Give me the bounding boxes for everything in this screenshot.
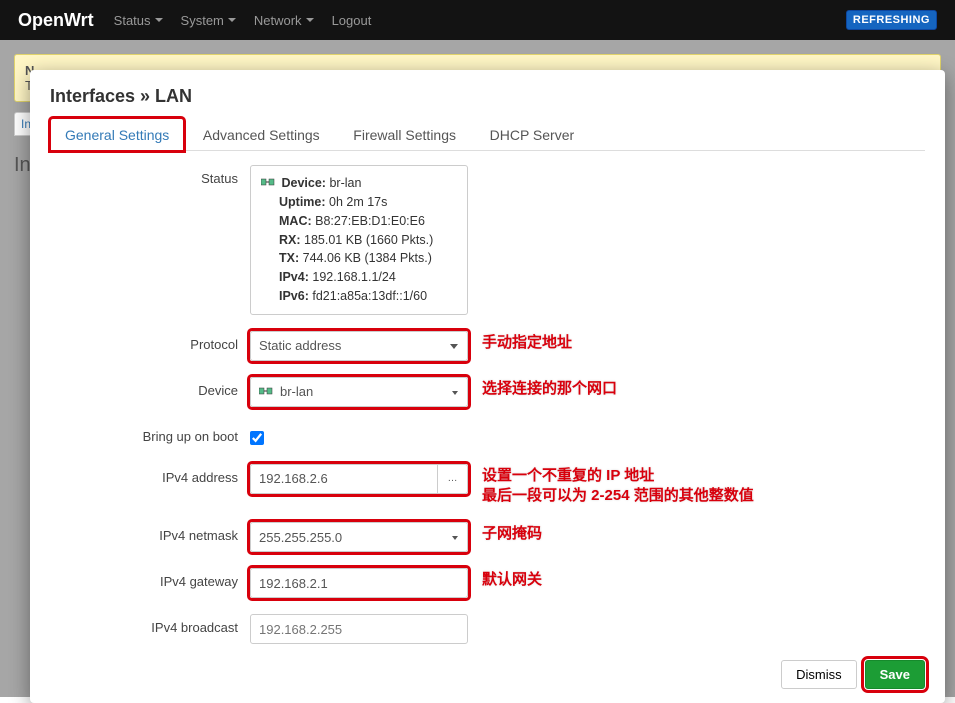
ipv4-gateway-input[interactable] bbox=[250, 568, 468, 598]
status-box: Device: br-lan Uptime: 0h 2m 17s MAC: B8… bbox=[250, 165, 468, 315]
modal-tabs: General Settings Advanced Settings Firew… bbox=[50, 117, 925, 151]
modal-footer: Dismiss Save bbox=[50, 660, 925, 689]
nav-logout-label: Logout bbox=[332, 13, 372, 28]
top-navbar: OpenWrt Status System Network Logout REF… bbox=[0, 0, 955, 40]
label-ipv4mask: IPv4 netmask bbox=[50, 522, 250, 543]
status-ipv6-label: IPv6: bbox=[279, 289, 309, 303]
chevron-down-icon bbox=[306, 18, 314, 22]
protocol-select[interactable]: Static address bbox=[250, 331, 468, 361]
label-ipv4addr: IPv4 address bbox=[50, 464, 250, 485]
status-ipv4-label: IPv4: bbox=[279, 270, 309, 284]
nav-network-label: Network bbox=[254, 13, 302, 28]
bridge-icon bbox=[259, 384, 273, 399]
annot-device: 选择连接的那个网口 bbox=[482, 377, 617, 399]
ipv4-netmask-select[interactable]: 255.255.255.0 bbox=[250, 522, 468, 552]
nav-network[interactable]: Network bbox=[254, 13, 314, 28]
tab-firewall-settings[interactable]: Firewall Settings bbox=[338, 118, 471, 151]
tab-advanced-settings[interactable]: Advanced Settings bbox=[188, 118, 335, 151]
label-protocol: Protocol bbox=[50, 331, 250, 352]
dismiss-button[interactable]: Dismiss bbox=[781, 660, 857, 689]
device-value: br-lan bbox=[280, 384, 313, 399]
label-device: Device bbox=[50, 377, 250, 398]
nav-status-label: Status bbox=[114, 13, 151, 28]
label-ipv4gw: IPv4 gateway bbox=[50, 568, 250, 589]
tab-general-settings[interactable]: General Settings bbox=[50, 118, 184, 151]
bringup-checkbox[interactable] bbox=[250, 431, 264, 445]
status-device-label: Device: bbox=[281, 176, 325, 190]
chevron-down-icon bbox=[155, 18, 163, 22]
save-button[interactable]: Save bbox=[865, 660, 925, 689]
annot-ipv4addr-line1: 设置一个不重复的 IP 地址 bbox=[482, 466, 754, 486]
status-ipv4-value: 192.168.1.1/24 bbox=[312, 270, 395, 284]
ipv4-broadcast-input[interactable] bbox=[250, 614, 468, 644]
annot-ipv4mask: 子网掩码 bbox=[482, 522, 542, 544]
status-rx-label: RX: bbox=[279, 233, 301, 247]
status-uptime-value: 0h 2m 17s bbox=[329, 195, 387, 209]
nav-system-label: System bbox=[181, 13, 224, 28]
annot-ipv4addr: 设置一个不重复的 IP 地址 最后一段可以为 2-254 范围的其他整数值 bbox=[482, 464, 754, 507]
label-ipv4bc: IPv4 broadcast bbox=[50, 614, 250, 635]
chevron-down-icon bbox=[228, 18, 236, 22]
brand[interactable]: OpenWrt bbox=[18, 10, 94, 31]
annot-ipv4gw: 默认网关 bbox=[482, 568, 542, 590]
status-device-value: br-lan bbox=[329, 176, 361, 190]
ipv4-address-more-button[interactable]: … bbox=[438, 464, 468, 494]
bridge-icon bbox=[261, 174, 275, 193]
status-tx-value: 744.06 KB (1384 Pkts.) bbox=[303, 251, 432, 265]
nav-logout[interactable]: Logout bbox=[332, 13, 372, 28]
label-bringup: Bring up on boot bbox=[50, 423, 250, 444]
status-mac-label: MAC: bbox=[279, 214, 312, 228]
status-tx-label: TX: bbox=[279, 251, 299, 265]
annot-ipv4addr-line2: 最后一段可以为 2-254 范围的其他整数值 bbox=[482, 486, 754, 506]
ipv4-address-input[interactable] bbox=[250, 464, 438, 494]
status-ipv6-value: fd21:a85a:13df::1/60 bbox=[312, 289, 427, 303]
label-status: Status bbox=[50, 165, 250, 186]
tab-dhcp-server[interactable]: DHCP Server bbox=[475, 118, 590, 151]
annot-protocol: 手动指定地址 bbox=[482, 331, 572, 353]
interface-edit-modal: Interfaces » LAN General Settings Advanc… bbox=[30, 70, 945, 703]
nav-system[interactable]: System bbox=[181, 13, 236, 28]
status-uptime-label: Uptime: bbox=[279, 195, 326, 209]
refreshing-badge[interactable]: REFRESHING bbox=[846, 10, 937, 30]
device-select[interactable]: br-lan bbox=[250, 377, 468, 407]
nav-status[interactable]: Status bbox=[114, 13, 163, 28]
status-mac-value: B8:27:EB:D1:E0:E6 bbox=[315, 214, 425, 228]
modal-title: Interfaces » LAN bbox=[50, 86, 925, 107]
status-rx-value: 185.01 KB (1660 Pkts.) bbox=[304, 233, 433, 247]
